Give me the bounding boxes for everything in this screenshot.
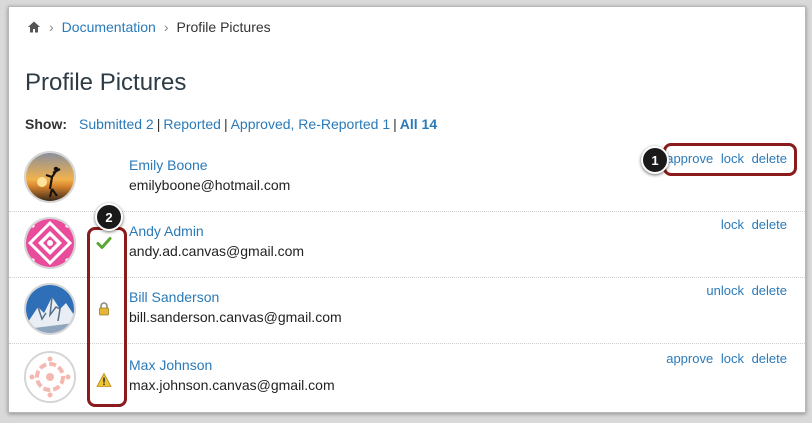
home-icon[interactable]: [27, 20, 41, 34]
callout-number-badge: 1: [641, 146, 669, 174]
avatar: [24, 283, 76, 335]
filter-separator: |: [223, 116, 228, 132]
breadcrumb: › Documentation › Profile Pictures: [27, 18, 271, 36]
approve-link[interactable]: approve: [666, 351, 713, 366]
lock-link[interactable]: lock: [721, 151, 744, 166]
profile-pictures-page: › Documentation › Profile Pictures Profi…: [8, 6, 806, 413]
filter-separator: |: [393, 116, 397, 132]
checkmark-icon: [96, 235, 112, 251]
user-actions: lock delete: [717, 217, 787, 232]
delete-link[interactable]: delete: [752, 151, 787, 166]
user-name-link[interactable]: Bill Sanderson: [129, 289, 219, 305]
avatar: [24, 151, 76, 203]
callout-number-badge: 2: [95, 203, 123, 231]
breadcrumb-profile-pictures: Profile Pictures: [176, 19, 271, 35]
user-name-link[interactable]: Andy Admin: [129, 223, 204, 239]
delete-link[interactable]: delete: [752, 217, 787, 232]
avatar: [24, 351, 76, 403]
filter-show-label: Show:: [25, 116, 67, 132]
user-row: Andy Admin andy.ad.canvas@gmail.com lock…: [9, 211, 805, 278]
user-row: Max Johnson max.johnson.canvas@gmail.com…: [9, 345, 805, 411]
user-name-link[interactable]: Emily Boone: [129, 157, 208, 173]
delete-link[interactable]: delete: [752, 283, 787, 298]
filter-all-link[interactable]: All 14: [400, 116, 437, 132]
chevron-right-icon: ›: [163, 19, 169, 35]
lock-icon: [96, 301, 112, 317]
filter-reported-link[interactable]: Reported: [163, 116, 221, 132]
unlock-link[interactable]: unlock: [706, 283, 744, 298]
approve-link[interactable]: approve: [666, 151, 713, 166]
user-email: emilyboone@hotmail.com: [129, 177, 291, 193]
user-row: Bill Sanderson bill.sanderson.canvas@gma…: [9, 277, 805, 344]
user-actions: approve lock delete: [662, 351, 787, 366]
user-name-link[interactable]: Max Johnson: [129, 357, 212, 373]
filter-bar: Show: Submitted 2 | Reported | Approved,…: [25, 116, 437, 132]
lock-link[interactable]: lock: [721, 351, 744, 366]
chevron-right-icon: ›: [49, 19, 54, 35]
user-email: max.johnson.canvas@gmail.com: [129, 377, 335, 393]
filter-submitted-link[interactable]: Submitted 2: [79, 116, 154, 132]
user-email: bill.sanderson.canvas@gmail.com: [129, 309, 342, 325]
avatar: [24, 217, 76, 269]
breadcrumb-documentation[interactable]: Documentation: [62, 19, 156, 35]
user-actions: approve lock delete: [662, 151, 787, 166]
user-actions: unlock delete: [702, 283, 787, 298]
warning-icon: [96, 372, 112, 388]
delete-link[interactable]: delete: [752, 351, 787, 366]
lock-link[interactable]: lock: [721, 217, 744, 232]
page-title: Profile Pictures: [25, 69, 187, 96]
filter-approved-rereported-link[interactable]: Approved, Re-Reported 1: [231, 116, 391, 132]
user-row: Emily Boone emilyboone@hotmail.com appro…: [9, 145, 805, 212]
filter-separator: |: [156, 116, 161, 132]
user-email: andy.ad.canvas@gmail.com: [129, 243, 305, 259]
